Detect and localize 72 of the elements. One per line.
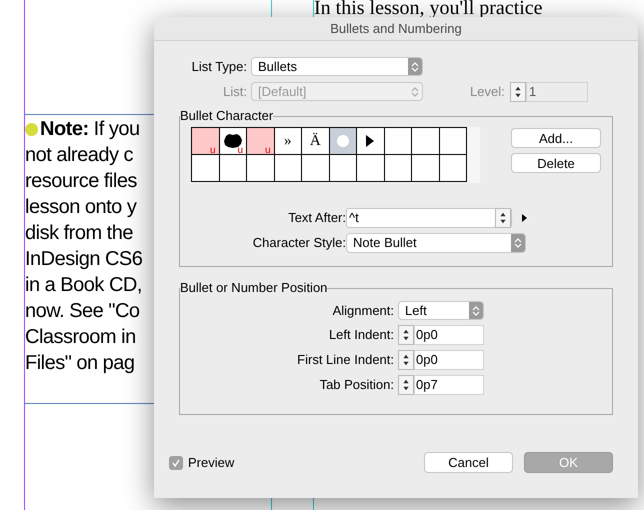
bullet-cell[interactable] bbox=[274, 155, 302, 182]
window-title: Bullets and Numbering bbox=[330, 20, 462, 38]
field-label: Character Style: bbox=[252, 234, 346, 252]
group-title: Bullet Character bbox=[180, 109, 274, 123]
note-text-line: now. See "Co bbox=[25, 299, 140, 324]
number-field[interactable]: 0p0 bbox=[414, 325, 484, 345]
character-style-dropdown[interactable]: Note Bullet bbox=[346, 233, 526, 253]
dialog-button[interactable]: Delete bbox=[511, 153, 601, 173]
chevrons-icon bbox=[411, 60, 419, 72]
alignment-dropdown[interactable]: Left bbox=[398, 301, 484, 320]
bullet-cell[interactable] bbox=[440, 128, 467, 155]
bullet-cell[interactable]: » bbox=[274, 128, 302, 155]
preview-checkbox[interactable] bbox=[169, 456, 183, 470]
note-text-line: Files" on pag bbox=[25, 351, 135, 376]
bullet-cell[interactable] bbox=[330, 155, 357, 182]
bullet-cell[interactable] bbox=[357, 128, 384, 155]
bullet-cell[interactable] bbox=[192, 155, 220, 182]
bullet-cell[interactable] bbox=[247, 155, 274, 182]
bullet-cell[interactable] bbox=[412, 128, 440, 155]
bullet-cell[interactable] bbox=[330, 128, 357, 155]
note-text-line: Classroom in bbox=[25, 325, 136, 350]
dialog-button[interactable]: Add... bbox=[511, 128, 601, 148]
field-label: Alignment: bbox=[332, 302, 395, 320]
bullet-cell[interactable] bbox=[384, 155, 412, 182]
stepper-arrows[interactable] bbox=[398, 325, 414, 345]
stepper-arrows[interactable] bbox=[398, 350, 414, 370]
chevrons-icon bbox=[411, 86, 419, 98]
group-title: Bullet or Number Position bbox=[180, 281, 328, 295]
bullet-cell[interactable] bbox=[302, 155, 330, 182]
triangle-glyph-icon bbox=[366, 135, 374, 147]
checkbox-label: Preview bbox=[188, 454, 234, 472]
bullet-cell[interactable]: Ä bbox=[302, 128, 330, 155]
missing-glyph-mark: u bbox=[237, 146, 243, 156]
number-field[interactable]: 0p0 bbox=[414, 350, 484, 370]
field-label: Left Indent: bbox=[328, 326, 395, 344]
field-label: Tab Position: bbox=[318, 376, 395, 394]
note-text-line: resource files bbox=[25, 169, 137, 194]
flyout-triangle-icon[interactable] bbox=[522, 214, 527, 222]
field-label: List: bbox=[222, 82, 248, 101]
chevrons-icon bbox=[514, 237, 522, 249]
dialog-button[interactable]: Cancel bbox=[424, 452, 513, 473]
bullet-cell[interactable] bbox=[220, 155, 247, 182]
bullet-cell[interactable] bbox=[384, 128, 412, 155]
level-stepper[interactable] bbox=[510, 82, 526, 102]
field-label: First Line Indent: bbox=[296, 351, 395, 370]
field-label: Text After: bbox=[287, 209, 346, 228]
stepper-arrows[interactable] bbox=[398, 375, 414, 395]
bullet-cell[interactable] bbox=[440, 155, 467, 182]
missing-glyph-mark: u bbox=[210, 146, 216, 156]
note-text-line: disk from the bbox=[25, 221, 133, 246]
bullet-cell[interactable] bbox=[357, 155, 384, 182]
text-after-combo[interactable]: ^t bbox=[346, 208, 512, 228]
body-text: In this lesson, you'll practice bbox=[314, 0, 543, 17]
bullet-glyph: » bbox=[284, 134, 292, 148]
blob-glyph-icon bbox=[222, 133, 243, 149]
bullet-cell[interactable] bbox=[412, 155, 440, 182]
note-text-line: lesson onto y bbox=[25, 195, 136, 220]
note-text-line: InDesign CS6 bbox=[25, 247, 142, 272]
text-after-stepper[interactable] bbox=[495, 208, 511, 228]
bullet-glyph: Ä bbox=[310, 134, 321, 148]
field-label: List Type: bbox=[190, 58, 248, 76]
list-type-dropdown[interactable]: Bullets bbox=[251, 57, 423, 76]
number-field[interactable]: 0p7 bbox=[414, 375, 484, 395]
bullet-cell[interactable]: u bbox=[220, 128, 247, 155]
field-label: Level: bbox=[470, 82, 506, 101]
chevrons-icon bbox=[472, 304, 480, 316]
note-text-line: Note: If you bbox=[40, 117, 140, 142]
check-icon bbox=[171, 458, 181, 468]
circle-glyph-icon bbox=[336, 135, 349, 147]
note-text-line: not already c bbox=[25, 143, 134, 168]
missing-glyph-mark: u bbox=[264, 146, 270, 156]
note-text-line: in a Book CD, bbox=[25, 273, 142, 298]
